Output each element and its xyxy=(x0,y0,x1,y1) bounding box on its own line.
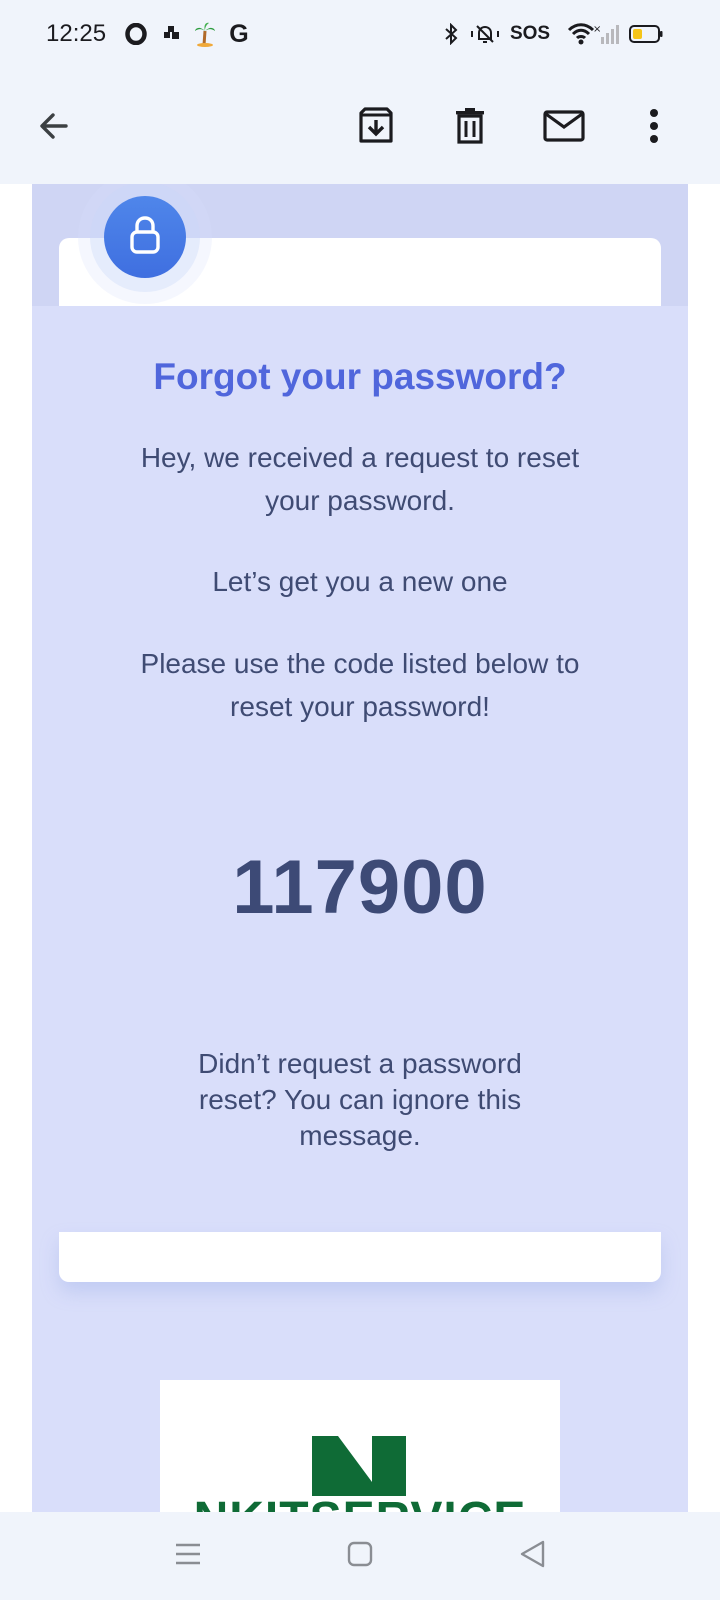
back-button[interactable] xyxy=(24,98,84,158)
archive-button[interactable] xyxy=(346,98,406,158)
mark-unread-button[interactable] xyxy=(534,98,594,158)
sos-indicator: SOS xyxy=(509,23,551,44)
company-logo: NKITSERVICE xyxy=(160,1380,560,1512)
app-bar xyxy=(0,72,720,184)
logo-text: NKITSERVICE xyxy=(160,1492,560,1512)
more-options-button[interactable] xyxy=(624,98,684,158)
status-bar: 12:25 G SOS × xyxy=(0,0,720,72)
signal-icon: × xyxy=(592,18,620,50)
status-time: 12:25 xyxy=(46,20,107,47)
google-icon: G xyxy=(229,19,249,48)
battery-icon xyxy=(628,18,664,50)
more-options-icon xyxy=(648,108,660,149)
recent-apps-button[interactable] xyxy=(158,1528,218,1584)
back-arrow-icon xyxy=(36,108,72,149)
svg-text:×: × xyxy=(593,24,601,35)
opera-icon xyxy=(124,18,148,50)
logo-mark-icon xyxy=(312,1436,406,1496)
mark-unread-icon xyxy=(543,109,585,147)
email-title: Forgot your password? xyxy=(153,356,567,397)
archive-icon xyxy=(357,106,395,150)
system-back-button[interactable] xyxy=(502,1528,562,1584)
ignore-notice-text: Didn’t request a password reset? You can… xyxy=(198,1048,522,1151)
new-one-text: Let’s get you a new one xyxy=(212,566,508,597)
instruction-text: Please use the code listed below to rese… xyxy=(140,648,580,722)
email-content[interactable]: Forgot your password? Hey, we received a… xyxy=(0,184,720,1512)
delete-button[interactable] xyxy=(440,98,500,158)
reset-code[interactable]: 117900 xyxy=(32,844,688,931)
lock-icon xyxy=(128,215,162,260)
intro-text: Hey, we received a request to reset your… xyxy=(140,442,580,516)
bluetooth-icon xyxy=(440,18,462,50)
back-triangle-icon xyxy=(518,1539,546,1574)
mute-icon xyxy=(468,18,502,50)
puzzle-icon xyxy=(160,18,184,50)
recent-apps-icon xyxy=(174,1542,202,1571)
home-icon xyxy=(347,1541,373,1572)
lock-badge xyxy=(104,196,186,278)
home-button[interactable] xyxy=(330,1528,390,1584)
card-bottom-edge xyxy=(59,1232,661,1282)
navigation-bar xyxy=(0,1512,720,1600)
palm-tree-icon xyxy=(192,18,218,50)
delete-icon xyxy=(452,107,488,150)
